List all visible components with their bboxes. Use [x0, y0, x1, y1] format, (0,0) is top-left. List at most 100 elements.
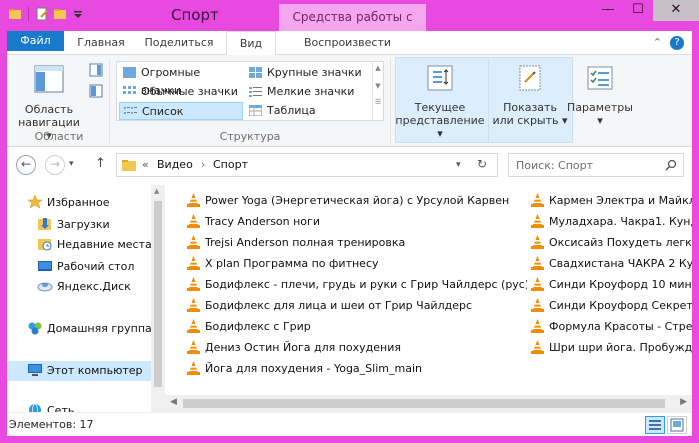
vlc-cone-icon [531, 193, 544, 207]
file-item[interactable]: Шри шри йога. Пробужде [531, 338, 692, 358]
file-item[interactable]: Синди Кроуфорд 10 минут [531, 275, 692, 295]
tab-home[interactable]: Главная [70, 31, 132, 55]
options-label: Параметры [567, 101, 633, 114]
address-dropdown-icon[interactable]: ▾ [456, 160, 461, 170]
preview-pane-icon[interactable] [89, 63, 103, 77]
current-view-icon [427, 65, 453, 91]
tab-play[interactable]: Воспроизвести [284, 31, 411, 55]
layout-gallery: Огромные значки Крупные значки Обычные з… [116, 61, 384, 121]
current-view-button[interactable]: Текущее представление ▾ [395, 63, 485, 140]
layout-gallery-scroll[interactable]: ▲ ▼ ☰ [372, 62, 383, 120]
file-item[interactable]: Кармен Электра и Майкл [531, 191, 692, 211]
file-name: Муладхара. Чакра1. Кунда [549, 215, 692, 228]
file-item[interactable]: Муладхара. Чакра1. Кунда [531, 212, 692, 232]
explorer-window: Спорт Средства работы с видео — ☐ ✕ Файл… [0, 0, 699, 443]
gallery-more-icon[interactable]: ☰ [373, 98, 383, 106]
scroll-up-icon[interactable]: ▲ [154, 187, 159, 195]
layout-extra-large-icons[interactable]: Огромные значки [119, 64, 243, 97]
file-item[interactable]: Tracy Anderson ноги [187, 212, 527, 232]
ribbon-collapse-icon[interactable]: ⌃ [653, 36, 662, 50]
details-view-button[interactable] [645, 416, 665, 434]
medium-icons-icon [123, 86, 136, 94]
maximize-button[interactable]: ☐ [623, 0, 653, 21]
file-item[interactable]: Бодифлекс с Грир [187, 317, 527, 337]
details-pane-icon[interactable] [89, 84, 103, 98]
file-item[interactable]: Синди Кроуфорд Секрет и [531, 296, 692, 316]
search-icon[interactable] [665, 159, 677, 171]
file-name: Формула Красоты - Стрет [549, 320, 692, 333]
vlc-cone-icon [531, 214, 544, 228]
current-view-label-2: представление ▾ [395, 114, 485, 140]
properties-icon[interactable] [35, 7, 49, 21]
scroll-left-icon[interactable]: ◀ [170, 397, 177, 407]
tab-view[interactable]: Вид [226, 31, 276, 56]
file-item[interactable]: X plan Программа по фитнесу [187, 254, 527, 274]
nav-item-favorites[interactable]: Избранное [27, 193, 109, 213]
recent-locations-icon[interactable]: ▾ [69, 159, 74, 169]
file-item[interactable]: Дениз Остин Йога для похудения [187, 338, 527, 358]
minimize-button[interactable]: — [593, 0, 623, 21]
close-button[interactable]: ✕ [653, 0, 699, 21]
vlc-cone-icon [187, 298, 200, 312]
search-input[interactable]: Поиск: Спорт [516, 159, 593, 172]
forward-button[interactable]: → [45, 155, 65, 175]
nav-item-this-pc[interactable]: Этот компьютер [7, 361, 151, 381]
address-chevrons[interactable]: « [142, 158, 149, 171]
navigation-pane-label-1: Область [24, 103, 74, 116]
file-item[interactable]: Оксисайз Похудеть легко! [531, 233, 692, 253]
new-folder-icon[interactable] [53, 7, 67, 21]
horizontal-scroll-thumb[interactable] [183, 399, 665, 408]
options-button[interactable]: Параметры ▾ [567, 63, 633, 127]
layout-medium-icons[interactable]: Обычные значки [119, 83, 243, 101]
nav-item-homegroup[interactable]: Домашняя группа [27, 319, 152, 339]
layout-list[interactable]: Список [119, 102, 243, 120]
nav-item-yandex-disk[interactable]: Яндекс.Диск [37, 277, 131, 297]
large-icons-view-button[interactable] [667, 416, 687, 434]
file-item[interactable]: Йога для похудения - Yoga_Slim_main [187, 359, 527, 379]
scroll-right-icon[interactable]: ▶ [680, 397, 687, 407]
file-item[interactable]: Trejsi Anderson полная тренировка [187, 233, 527, 253]
help-icon[interactable]: ? [670, 36, 684, 50]
breadcrumb-separator-icon: › [201, 158, 206, 171]
file-item[interactable]: Свадхистана ЧАКРА 2 Кун [531, 254, 692, 274]
layout-large-icons[interactable]: Крупные значки [245, 64, 371, 82]
layout-details[interactable]: Таблица [245, 102, 371, 120]
file-item[interactable]: Бодифлекс для лица и шеи от Грир Чайлдер… [187, 296, 527, 316]
navigation-pane-scroll-thumb[interactable] [154, 201, 162, 387]
breadcrumb-video[interactable]: Видео [157, 158, 193, 171]
ribbon-tabs: Файл Главная Поделиться Вид Воспроизвест… [7, 31, 692, 56]
nav-item-recent-places[interactable]: Недавние места [37, 235, 152, 255]
options-icon [587, 66, 613, 90]
nav-item-desktop[interactable]: Рабочий стол [37, 257, 134, 277]
title-bar[interactable]: Спорт Средства работы с видео — ☐ ✕ [0, 0, 699, 50]
file-name: Бодифлекс - плечи, грудь и руки с Грир Ч… [205, 278, 527, 291]
navigation-pane-scrollbar[interactable]: ▲ [151, 185, 165, 412]
layout-small-icons[interactable]: Мелкие значки [245, 83, 371, 101]
refresh-icon[interactable]: ↻ [477, 157, 487, 171]
details-view-icon [249, 105, 262, 116]
vlc-cone-icon [187, 214, 200, 228]
qat-dropdown-icon[interactable] [71, 7, 85, 21]
nav-item-network[interactable]: Сеть [27, 401, 74, 412]
up-button[interactable]: ↑ [95, 156, 106, 171]
horizontal-scrollbar[interactable]: ◀ ▶ [165, 395, 692, 412]
address-bar[interactable]: « Видео › Спорт ▾ ↻ [116, 153, 498, 177]
nav-item-downloads[interactable]: Загрузки [37, 215, 110, 235]
gallery-up-icon[interactable]: ▲ [373, 64, 383, 72]
file-name: Power Yoga (Энергетическая йога) с Урсул… [205, 194, 510, 207]
tab-file[interactable]: Файл [7, 31, 64, 51]
yandex-disk-icon [37, 282, 53, 292]
vlc-cone-icon [531, 256, 544, 270]
file-item[interactable]: Формула Красоты - Стрет [531, 317, 692, 337]
breadcrumb-sport[interactable]: Спорт [213, 158, 248, 171]
file-item[interactable]: Бодифлекс - плечи, грудь и руки с Грир Ч… [187, 275, 527, 295]
file-item[interactable]: Power Yoga (Энергетическая йога) с Урсул… [187, 191, 527, 211]
tab-share[interactable]: Поделиться [139, 31, 219, 55]
navigation-bar: ← → ▾ ↑ « Видео › Спорт ▾ ↻ Поиск: Спорт [7, 147, 692, 185]
recent-places-icon [38, 239, 52, 251]
back-button[interactable]: ← [16, 155, 36, 175]
gallery-down-icon[interactable]: ▼ [373, 82, 383, 90]
show-hide-button[interactable]: Показать или скрыть ▾ [490, 63, 570, 127]
ribbon: Область навигации ▾ Области Огромные зна… [7, 55, 692, 147]
search-box[interactable]: Поиск: Спорт [508, 153, 684, 177]
